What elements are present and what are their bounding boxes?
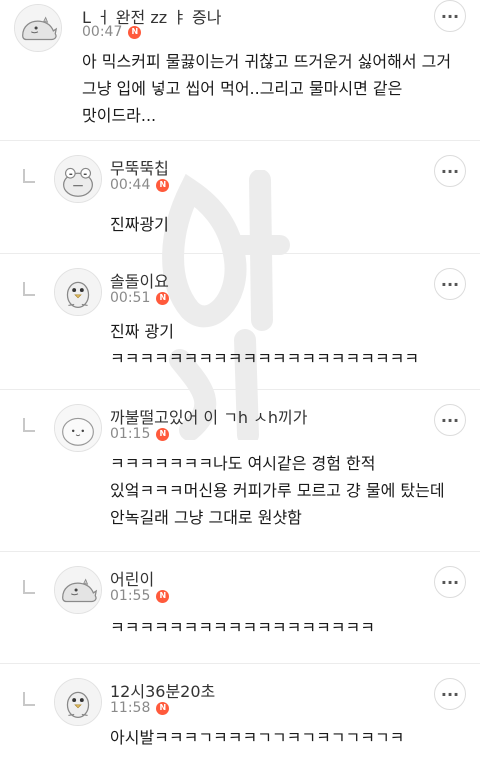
new-badge-icon: N: [156, 178, 170, 192]
avatar[interactable]: [54, 268, 102, 316]
comment-time: 11:58: [110, 700, 151, 716]
comment-reply: 솔돌이요 00:51 N ··· 진짜 광기 ㅋㅋㅋㅋㅋㅋㅋㅋㅋㅋㅋㅋㅋㅋㅋㅋㅋ…: [0, 254, 480, 390]
reply-arrow-icon: [23, 169, 35, 183]
avatar[interactable]: [54, 678, 102, 726]
avatar[interactable]: [54, 566, 102, 614]
comment-time: 00:51: [110, 290, 151, 306]
comment-time: 01:15: [110, 426, 151, 442]
avatar[interactable]: [14, 4, 62, 52]
comment-meta: 01:15 N: [110, 426, 170, 442]
comment-meta: 00:44 N: [110, 177, 170, 193]
comment-body: ㅋㅋㅋㅋㅋㅋㅋ나도 여시같은 경험 한적 있엌ㅋㅋㅋ머신용 커피가루 모르고 걍…: [110, 454, 450, 527]
new-badge-icon: N: [156, 589, 170, 603]
new-badge-icon: N: [128, 25, 142, 39]
comment-meta: 11:58 N: [110, 700, 170, 716]
comment-time: 00:44: [110, 177, 151, 193]
new-badge-icon: N: [156, 427, 170, 441]
comment-body: 아 믹스커피 물끓이는거 귀찮고 뜨거운거 싫어해서 그거 그냥 입에 넣고 씹…: [82, 52, 457, 125]
avatar[interactable]: [54, 155, 102, 203]
reply-arrow-icon: [23, 418, 35, 432]
more-options-button[interactable]: ···: [434, 0, 466, 32]
comment-body: 진짜 광기 ㅋㅋㅋㅋㅋㅋㅋㅋㅋㅋㅋㅋㅋㅋㅋㅋㅋㅋㅋㅋㅋ: [110, 322, 420, 368]
comment-reply: 어린이 01:55 N ··· ㅋㅋㅋㅋㅋㅋㅋㅋㅋㅋㅋㅋㅋㅋㅋㅋㅋㅋ: [0, 552, 480, 664]
comment-author[interactable]: 무뚝뚝칩: [110, 155, 169, 179]
new-badge-icon: N: [156, 291, 170, 305]
comment-time: 01:55: [110, 588, 151, 604]
dino-avatar-icon: [55, 567, 101, 613]
comment-author[interactable]: 어린이: [110, 566, 154, 590]
more-options-button[interactable]: ···: [434, 404, 466, 436]
more-options-button[interactable]: ···: [434, 678, 466, 710]
reply-arrow-icon: [23, 282, 35, 296]
comment-time: 00:47: [82, 24, 123, 40]
dino-avatar-icon: [15, 5, 61, 51]
more-options-button[interactable]: ···: [434, 566, 466, 598]
reply-arrow-icon: [23, 580, 35, 594]
more-options-button[interactable]: ···: [434, 268, 466, 300]
comment-meta: 00:51 N: [110, 290, 170, 306]
penguin-avatar-icon: [55, 269, 101, 315]
comment-author[interactable]: 솔돌이요: [110, 268, 169, 292]
comment-thread: L ㅓ 완전 zz ㅑ 증나 00:47 N ··· 아 믹스커피 물끓이는거 …: [0, 0, 480, 762]
comment-reply: 무뚝뚝칩 00:44 N ··· 진짜광기: [0, 141, 480, 254]
reply-arrow-icon: [23, 692, 35, 706]
comment-reply: 까불떨고있어 이 ㄱh ㅅh끼가 01:15 N ··· ㅋㅋㅋㅋㅋㅋㅋ나도 여…: [0, 390, 480, 552]
comment-body: 진짜광기: [110, 215, 169, 234]
more-options-button[interactable]: ···: [434, 155, 466, 187]
comment-body: 아시발ㅋㅋㅋㄱㅋㅋㅋㄱㄱㅋㄱㅋㄱㄱㅋㄱㅋ: [110, 728, 405, 747]
new-badge-icon: N: [156, 701, 170, 715]
comment: L ㅓ 완전 zz ㅑ 증나 00:47 N ··· 아 믹스커피 물끓이는거 …: [0, 0, 480, 141]
comment-author[interactable]: 까불떨고있어 이 ㄱh ㅅh끼가: [110, 404, 307, 428]
penguin-avatar-icon: [55, 679, 101, 725]
blob-avatar-icon: [55, 405, 101, 451]
comment-reply: 12시36분20초 11:58 N ··· 아시발ㅋㅋㅋㄱㅋㅋㅋㄱㄱㅋㄱㅋㄱㄱㅋ…: [0, 664, 480, 762]
comment-body: ㅋㅋㅋㅋㅋㅋㅋㅋㅋㅋㅋㅋㅋㅋㅋㅋㅋㅋ: [110, 618, 375, 637]
frog-avatar-icon: [55, 156, 101, 202]
comment-author[interactable]: 12시36분20초: [110, 678, 215, 702]
comment-meta: 00:47 N: [82, 24, 142, 40]
comment-meta: 01:55 N: [110, 588, 170, 604]
avatar[interactable]: [54, 404, 102, 452]
